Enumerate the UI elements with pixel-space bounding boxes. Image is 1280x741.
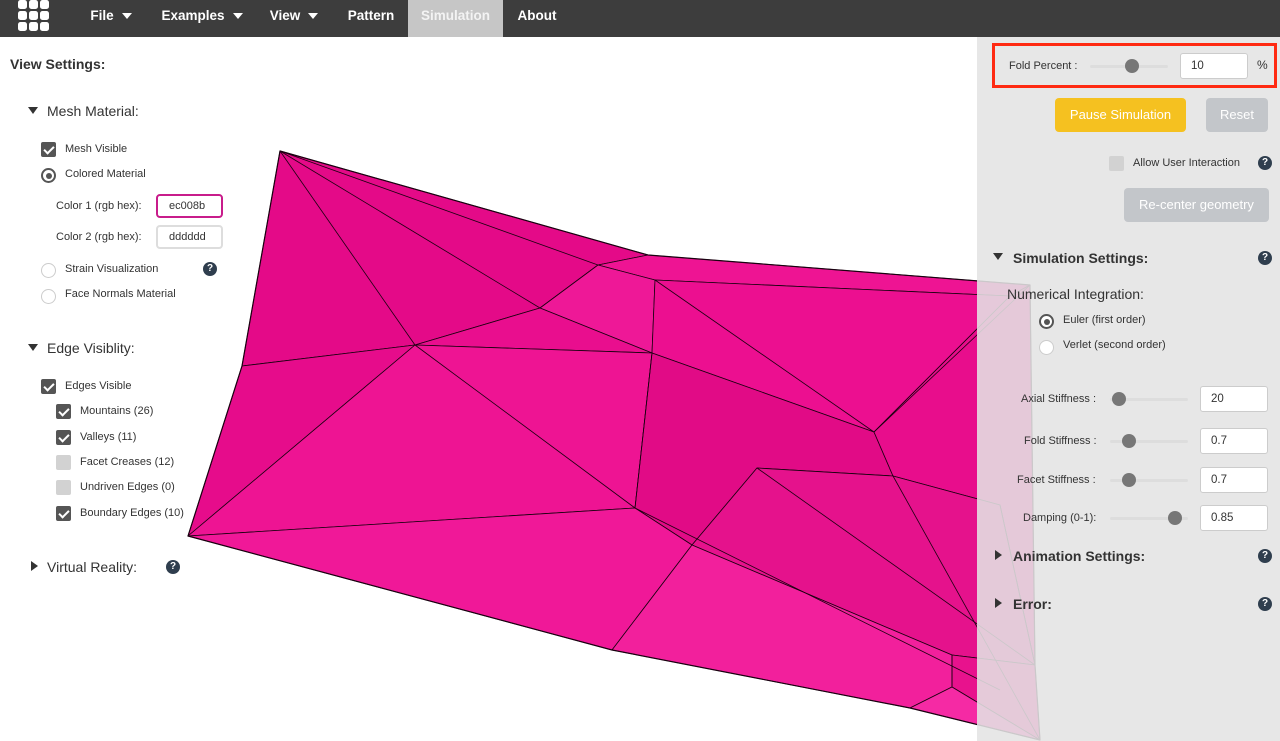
- facet-stiffness-input[interactable]: 0.7: [1200, 467, 1268, 493]
- reset-button[interactable]: Reset: [1206, 98, 1268, 132]
- top-navbar: File Examples View Pattern Simulation Ab…: [0, 0, 1280, 37]
- color2-input[interactable]: dddddd: [156, 225, 223, 249]
- color1-label: Color 1 (rgb hex):: [56, 200, 142, 212]
- menu-about[interactable]: About: [505, 0, 569, 37]
- damping-slider-thumb[interactable]: [1168, 511, 1182, 525]
- color2-label: Color 2 (rgb hex):: [56, 231, 142, 243]
- edges-visible-checkbox[interactable]: [41, 379, 56, 394]
- allow-user-interaction-checkbox[interactable]: [1109, 156, 1124, 171]
- facet-stiffness-slider-thumb[interactable]: [1122, 473, 1136, 487]
- axial-stiffness-label: Axial Stiffness :: [1021, 393, 1096, 405]
- valleys-label: Valleys (11): [80, 431, 137, 443]
- face-normals-label: Face Normals Material: [65, 288, 176, 300]
- help-icon[interactable]: ?: [1258, 549, 1272, 563]
- verlet-label: Verlet (second order): [1063, 339, 1166, 351]
- facet-creases-checkbox[interactable]: [56, 455, 71, 470]
- view-settings-title: View Settings:: [10, 56, 106, 72]
- mesh-visible-label: Mesh Visible: [65, 143, 128, 155]
- boundary-edges-label: Boundary Edges (10): [80, 507, 184, 519]
- collapse-triangle-icon[interactable]: [993, 253, 1003, 260]
- expand-triangle-icon[interactable]: [995, 550, 1002, 560]
- colored-material-radio[interactable]: [41, 168, 56, 183]
- help-icon[interactable]: ?: [1258, 251, 1272, 265]
- menu-pattern[interactable]: Pattern: [336, 0, 406, 37]
- axial-stiffness-input[interactable]: 20: [1200, 386, 1268, 412]
- collapse-triangle-icon[interactable]: [28, 107, 38, 114]
- app-logo-icon[interactable]: [18, 0, 52, 34]
- color1-input[interactable]: ec008b: [156, 194, 223, 218]
- menu-file[interactable]: File: [76, 0, 146, 37]
- menu-simulation[interactable]: Simulation: [408, 0, 503, 37]
- help-icon[interactable]: ?: [1258, 597, 1272, 611]
- caret-down-icon: [121, 13, 132, 20]
- simulation-controls-panel: Fold Percent : 10 % Pause Simulation Res…: [977, 37, 1280, 741]
- verlet-radio[interactable]: [1039, 340, 1054, 355]
- facet-stiffness-label: Facet Stiffness :: [1017, 474, 1096, 486]
- menu-simulation-label: Simulation: [420, 8, 490, 23]
- strain-visualization-radio[interactable]: [41, 263, 56, 278]
- help-icon[interactable]: ?: [203, 262, 217, 276]
- animation-settings-heading[interactable]: Animation Settings:: [1013, 548, 1145, 564]
- edges-visible-label: Edges Visible: [65, 380, 132, 392]
- damping-label: Damping (0-1):: [1023, 512, 1097, 524]
- expand-triangle-icon[interactable]: [995, 598, 1002, 608]
- menu-examples[interactable]: Examples: [152, 0, 252, 37]
- error-heading[interactable]: Error:: [1013, 596, 1052, 612]
- menu-file-label: File: [90, 8, 114, 23]
- mountains-checkbox[interactable]: [56, 404, 71, 419]
- fold-percent-highlight-box: [992, 43, 1277, 88]
- mesh-visible-checkbox[interactable]: [41, 142, 56, 157]
- valleys-checkbox[interactable]: [56, 430, 71, 445]
- fold-stiffness-slider-thumb[interactable]: [1122, 434, 1136, 448]
- virtual-reality-heading[interactable]: Virtual Reality:: [47, 559, 137, 575]
- undriven-edges-label: Undriven Edges (0): [80, 481, 175, 493]
- colored-material-label: Colored Material: [65, 168, 146, 180]
- help-icon[interactable]: ?: [166, 560, 180, 574]
- menu-view[interactable]: View: [259, 0, 329, 37]
- caret-down-icon: [308, 13, 319, 20]
- menu-view-label: View: [269, 8, 301, 23]
- strain-visualization-label: Strain Visualization: [65, 263, 159, 275]
- pause-simulation-button[interactable]: Pause Simulation: [1055, 98, 1186, 132]
- simulation-settings-heading[interactable]: Simulation Settings:: [1013, 250, 1148, 266]
- caret-down-icon: [232, 13, 243, 20]
- recenter-geometry-button[interactable]: Re-center geometry: [1124, 188, 1269, 222]
- help-icon[interactable]: ?: [1258, 156, 1272, 170]
- euler-label: Euler (first order): [1063, 314, 1146, 326]
- allow-user-interaction-label: Allow User Interaction: [1133, 157, 1240, 169]
- view-settings-panel: View Settings: Mesh Material: Mesh Visib…: [0, 37, 260, 637]
- mountains-label: Mountains (26): [80, 405, 154, 417]
- face-normals-radio[interactable]: [41, 289, 56, 304]
- collapse-triangle-icon[interactable]: [28, 344, 38, 351]
- fold-stiffness-input[interactable]: 0.7: [1200, 428, 1268, 454]
- menu-pattern-label: Pattern: [347, 8, 395, 23]
- menu-examples-label: Examples: [161, 8, 225, 23]
- axial-stiffness-slider-thumb[interactable]: [1112, 392, 1126, 406]
- boundary-edges-checkbox[interactable]: [56, 506, 71, 521]
- euler-radio[interactable]: [1039, 314, 1054, 329]
- undriven-edges-checkbox[interactable]: [56, 480, 71, 495]
- mesh-material-heading[interactable]: Mesh Material:: [47, 103, 139, 119]
- edge-visibility-heading[interactable]: Edge Visiblity:: [47, 340, 135, 356]
- numerical-integration-label: Numerical Integration:: [1007, 286, 1144, 302]
- menu-about-label: About: [517, 8, 557, 23]
- damping-input[interactable]: 0.85: [1200, 505, 1268, 531]
- fold-stiffness-label: Fold Stiffness :: [1024, 435, 1097, 447]
- facet-creases-label: Facet Creases (12): [80, 456, 175, 468]
- expand-triangle-icon[interactable]: [31, 561, 38, 571]
